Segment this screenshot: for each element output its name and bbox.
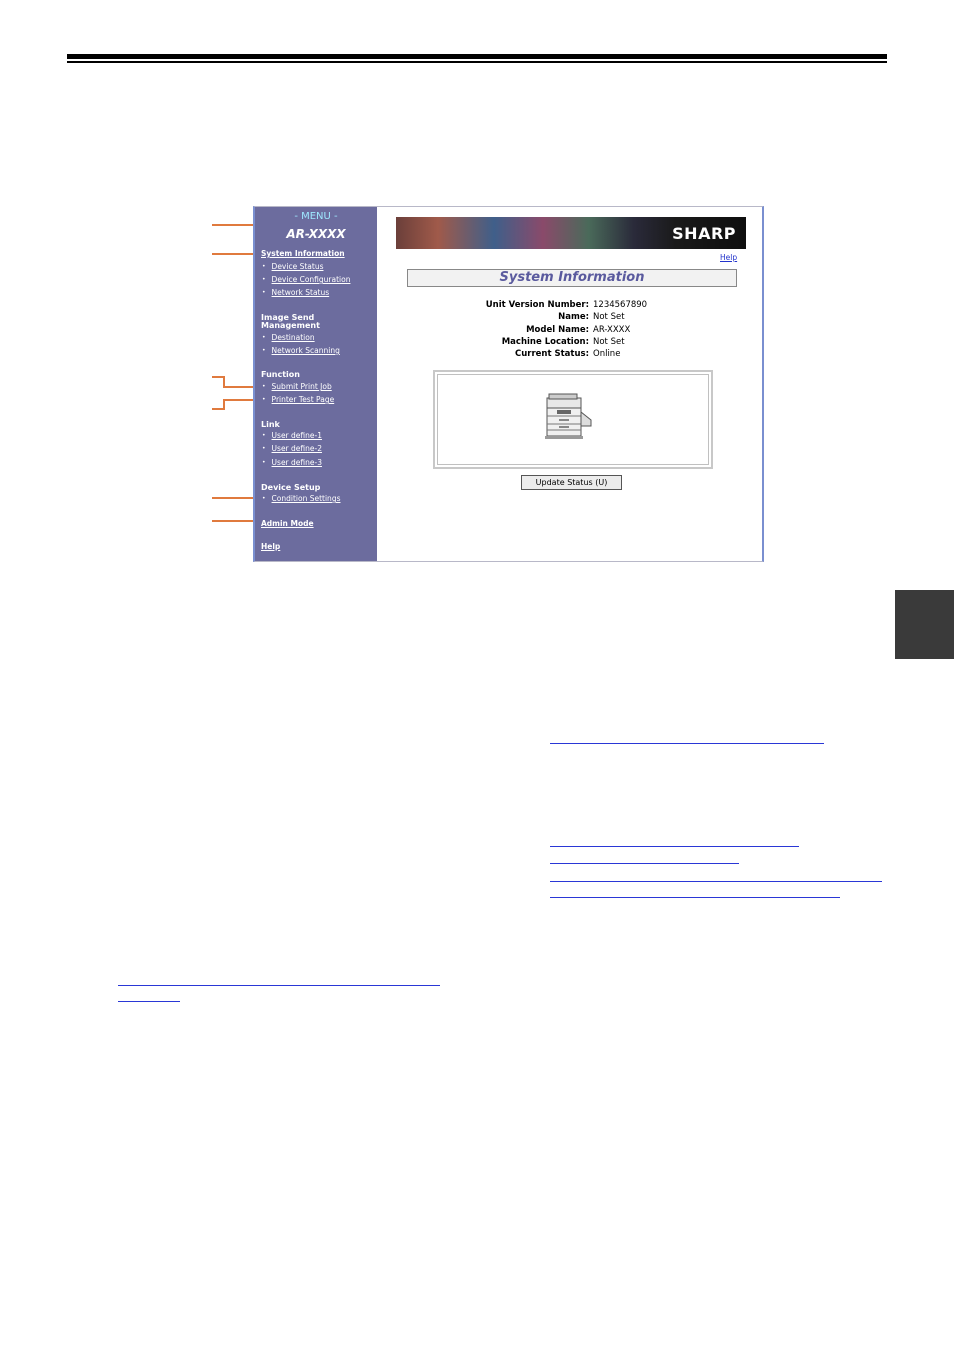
menu-item-user-define-3[interactable]: • User define-3 — [262, 458, 322, 467]
link-underline[interactable] — [118, 1001, 180, 1002]
menu-heading-link: Link — [261, 420, 280, 429]
menu-item-network-status[interactable]: • Network Status — [262, 288, 329, 297]
machine-image-box — [433, 370, 713, 469]
menu-item-device-status[interactable]: • Device Status — [262, 262, 323, 271]
main-content: SHARP Help System Information Unit Versi… — [379, 207, 762, 561]
menu-item-device-configuration[interactable]: • Device Configuration — [262, 275, 350, 284]
info-row: Name: Not Set — [558, 312, 625, 323]
header-rule-thin — [67, 61, 887, 63]
page-title: System Information — [407, 269, 737, 287]
help-link[interactable]: Help — [720, 253, 737, 262]
link-underline[interactable] — [550, 863, 739, 864]
menu-item-condition-settings[interactable]: • Condition Settings — [262, 494, 340, 503]
menu-admin-mode[interactable]: Admin Mode — [261, 519, 314, 528]
update-status-button[interactable]: Update Status (U) — [521, 475, 622, 490]
menu-item-user-define-1[interactable]: • User define-1 — [262, 431, 322, 440]
system-info-table: Unit Version Number: 1234567890 Name: Not … — [439, 299, 647, 360]
sharp-logo: SHARP — [672, 224, 736, 243]
menu-item-submit-print-job[interactable]: • Submit Print Job — [262, 382, 332, 391]
menu-item-printer-test-page[interactable]: • Printer Test Page — [262, 395, 334, 404]
model-name: AR-XXXX — [286, 227, 346, 241]
menu-title: - MENU - — [294, 211, 338, 222]
link-underline[interactable] — [550, 897, 840, 898]
menu-item-destination[interactable]: • Destination — [262, 333, 315, 342]
menu-heading-image-send-2: Management — [261, 321, 320, 330]
link-underline[interactable] — [550, 743, 824, 744]
chapter-tab — [895, 590, 954, 659]
menu-heading-function: Function — [261, 370, 300, 379]
sharp-banner: SHARP — [396, 217, 746, 249]
link-underline[interactable] — [118, 985, 440, 986]
menu-help[interactable]: Help — [261, 542, 280, 551]
callout-line-2 — [212, 253, 258, 255]
menu-system-information[interactable]: System Information — [261, 249, 345, 258]
callout-line-6 — [212, 520, 258, 522]
menu-heading-device-setup: Device Setup — [261, 483, 321, 492]
info-row: Unit Version Number: 1234567890 — [485, 300, 648, 310]
menu-sidebar: - MENU - AR-XXXX System Information • Dev… — [255, 207, 377, 561]
link-underline[interactable] — [550, 846, 799, 847]
menu-item-network-scanning[interactable]: • Network Scanning — [262, 346, 340, 355]
link-underline[interactable] — [550, 881, 882, 882]
menu-item-user-define-2[interactable]: • User define-2 — [262, 444, 322, 453]
info-row: Current Status: Online — [514, 349, 621, 360]
copier-icon — [545, 393, 592, 439]
info-row: Machine Location: Not Set — [501, 336, 625, 347]
info-row: Model Name: AR-XXXX — [526, 324, 631, 335]
callout-line-1 — [212, 224, 258, 226]
web-page-screenshot: - MENU - AR-XXXX System Information • Dev… — [253, 206, 764, 562]
header-rule-thick — [67, 54, 887, 59]
